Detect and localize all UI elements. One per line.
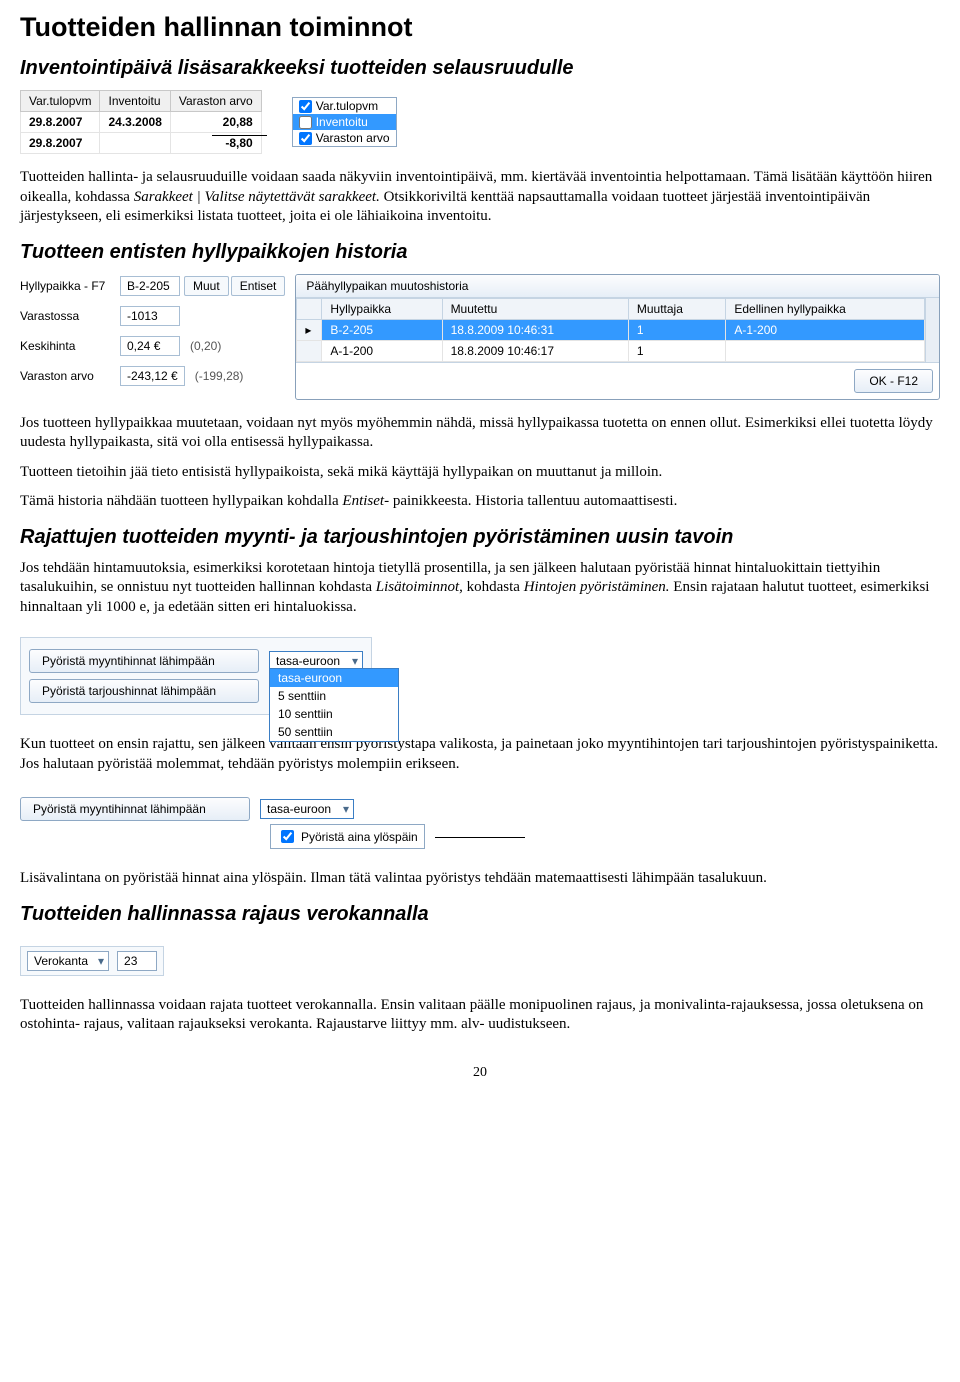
combo-selected[interactable]: tasa-euroon (260, 799, 354, 819)
column-preview-table: Var.tulopvm Inventoitu Varaston arvo 29.… (20, 90, 262, 154)
paragraph: Jos tehdään hintamuutoksia, esimerkiksi … (20, 559, 940, 618)
col-header[interactable]: Var.tulopvm (21, 91, 100, 112)
screenshot-round-up: Pyöristä myyntihinnat lähimpään tasa-eur… (20, 794, 425, 849)
column-checklist: Var.tulopvm Inventoitu Varaston arvo (292, 97, 397, 147)
history-table: Hyllypaikka Muutettu Muuttaja Edellinen … (296, 298, 925, 362)
checklist-item[interactable]: Var.tulopvm (293, 98, 396, 114)
cell (726, 340, 925, 361)
screenshot-round-prices: Pyöristä myyntihinnat lähimpään tasa-eur… (20, 637, 372, 715)
round-sale-prices-button[interactable]: Pyöristä myyntihinnat lähimpään (20, 797, 250, 821)
combo-option[interactable]: 5 senttiin (270, 687, 398, 705)
cell (100, 133, 170, 154)
paragraph: Jos tuotteen hyllypaikkaa muutetaan, voi… (20, 414, 940, 453)
paragraph: Tämä historia nähdään tuotteen hyllypaik… (20, 492, 940, 512)
muut-button[interactable]: Muut (184, 276, 229, 296)
check-label: Var.tulopvm (316, 99, 378, 113)
checkbox[interactable] (299, 132, 312, 145)
table-row-selected[interactable]: B-2-205 18.8.2009 10:46:31 1 A-1-200 (297, 319, 925, 340)
screenshot-history: Hyllypaikka - F7 B-2-205 Muut Entiset Va… (20, 274, 940, 400)
field-label: Varaston arvo (20, 369, 120, 383)
round-sale-prices-button[interactable]: Pyöristä myyntihinnat lähimpään (29, 649, 259, 673)
col-header[interactable]: Edellinen hyllypaikka (726, 298, 925, 319)
cell: 1 (628, 319, 725, 340)
annotation-line (435, 837, 525, 838)
paragraph: Tuotteiden hallinta- ja selausruuduille … (20, 168, 940, 227)
screenshot-verokanta-filter: Verokanta 23 (20, 946, 164, 976)
history-window: Päähyllypaikan muutoshistoria Hyllypaikk… (295, 274, 940, 400)
field-secondary: (0,20) (190, 339, 221, 353)
combo-option[interactable]: 50 senttiin (270, 723, 398, 741)
paragraph: Tuotteen tietoihin jää tieto entisistä h… (20, 463, 940, 483)
field-value: -1013 (120, 306, 180, 326)
cell: B-2-205 (322, 319, 442, 340)
cell: 24.3.2008 (100, 112, 170, 133)
scrollbar[interactable] (925, 298, 939, 362)
checkbox[interactable] (281, 830, 294, 843)
col-header[interactable]: Muuttaja (628, 298, 725, 319)
combo-dropdown-list: tasa-euroon 5 senttiin 10 senttiin 50 se… (269, 668, 399, 742)
checkbox[interactable] (299, 116, 312, 129)
checkbox[interactable] (299, 100, 312, 113)
section-heading-2: Tuotteen entisten hyllypaikkojen histori… (20, 241, 940, 264)
table-row[interactable]: A-1-200 18.8.2009 10:46:17 1 (297, 340, 925, 361)
col-header[interactable]: Hyllypaikka (322, 298, 442, 319)
section-heading-4: Tuotteiden hallinnassa rajaus verokannal… (20, 903, 940, 926)
field-label: Keskihinta (20, 339, 120, 353)
cell: 1 (628, 340, 725, 361)
rounding-combo[interactable]: tasa-euroon (260, 802, 354, 816)
cell: 29.8.2007 (21, 133, 100, 154)
combo-option[interactable]: tasa-euroon (270, 669, 398, 687)
col-header[interactable]: Varaston arvo (170, 91, 261, 112)
section-heading-1: Inventointipäivä lisäsarakkeeksi tuottei… (20, 57, 940, 80)
rounding-combo[interactable]: tasa-euroon tasa-euroon 5 senttiin 10 se… (269, 654, 363, 668)
cell: A-1-200 (726, 319, 925, 340)
check-label: Pyöristä aina ylöspäin (301, 830, 418, 844)
section-heading-3: Rajattujen tuotteiden myynti- ja tarjous… (20, 526, 940, 549)
combo-option[interactable]: 10 senttiin (270, 705, 398, 723)
cell: A-1-200 (322, 340, 442, 361)
round-offer-prices-button[interactable]: Pyöristä tarjoushinnat lähimpään (29, 679, 259, 703)
cell: 29.8.2007 (21, 112, 100, 133)
col-header[interactable]: Inventoitu (100, 91, 170, 112)
field-label: Hyllypaikka - F7 (20, 279, 120, 293)
ok-button[interactable]: OK - F12 (854, 369, 933, 393)
annotation-line (212, 135, 267, 136)
field-secondary: (-199,28) (195, 369, 244, 383)
screenshot-columns-and-checklist: Var.tulopvm Inventoitu Varaston arvo 29.… (20, 90, 940, 154)
row-marker-blank (297, 340, 322, 361)
filter-field-combo[interactable]: Verokanta (27, 951, 109, 971)
cell: 18.8.2009 10:46:17 (442, 340, 628, 361)
field-label: Varastossa (20, 309, 120, 323)
field-value: -243,12 € (120, 366, 185, 386)
checklist-item-selected[interactable]: Inventoitu (293, 114, 396, 130)
checklist-item[interactable]: Varaston arvo (293, 130, 396, 146)
field-value[interactable]: B-2-205 (120, 276, 180, 296)
row-marker-icon (297, 319, 322, 340)
paragraph: Kun tuotteet on ensin rajattu, sen jälke… (20, 735, 940, 774)
check-label: Varaston arvo (316, 131, 390, 145)
paragraph: Tuotteiden hallinnassa voidaan rajata tu… (20, 996, 940, 1035)
row-header-blank (297, 298, 322, 319)
paragraph: Lisävalintana on pyöristää hinnat aina y… (20, 869, 940, 889)
entiset-button[interactable]: Entiset (231, 276, 286, 296)
field-value: 0,24 € (120, 336, 180, 356)
field-column: Hyllypaikka - F7 B-2-205 Muut Entiset Va… (20, 274, 285, 386)
window-title: Päähyllypaikan muutoshistoria (296, 275, 939, 298)
cell: 18.8.2009 10:46:31 (442, 319, 628, 340)
col-header[interactable]: Muutettu (442, 298, 628, 319)
filter-value-input[interactable]: 23 (117, 951, 157, 971)
page-title: Tuotteiden hallinnan toiminnot (20, 12, 940, 43)
check-label: Inventoitu (316, 115, 368, 129)
round-up-checkbox-row[interactable]: Pyöristä aina ylöspäin (270, 824, 425, 849)
page-number: 20 (20, 1065, 940, 1081)
cell: 20,88 (170, 112, 261, 133)
